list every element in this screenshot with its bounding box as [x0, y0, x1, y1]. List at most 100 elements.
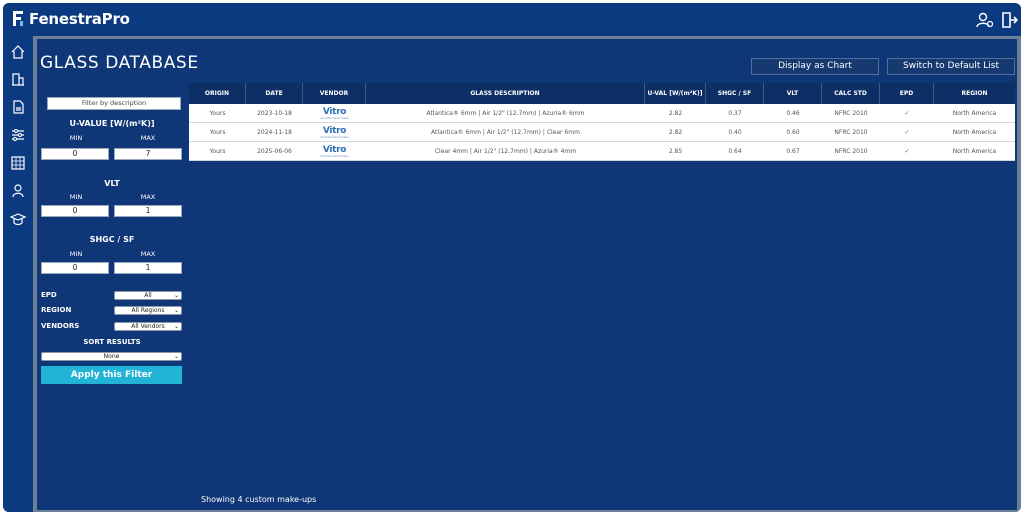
display-as-chart-button[interactable]: Display as Chart: [751, 58, 879, 75]
cell-u-value: 2.82: [668, 110, 683, 117]
results-count-text: Showing 4 custom make-ups: [201, 495, 317, 504]
vendor-subtitle: Architectural Glass: [320, 115, 349, 120]
column-header-epd[interactable]: EPD: [880, 83, 934, 104]
column-header-glass-description[interactable]: GLASS DESCRIPTION: [366, 83, 645, 104]
cell-date: 2025-06-06: [257, 148, 292, 155]
chevron-down-icon: ⌄: [173, 353, 179, 360]
table-row[interactable]: Yours 2025-06-06 Vitro Architectural Glas…: [189, 142, 1015, 161]
shgc-min-input[interactable]: 0: [41, 262, 109, 274]
vendors-select-value: All Vendors: [131, 323, 165, 330]
sidebar: [3, 36, 33, 512]
main-content: GLASS DATABASE Display as Chart Switch t…: [33, 36, 1021, 512]
uvalue-max-label: MAX: [140, 134, 156, 142]
user-settings-icon[interactable]: [976, 11, 994, 29]
uvalue-max-input[interactable]: 7: [114, 148, 182, 160]
cell-origin: Yours: [209, 148, 226, 155]
table-row[interactable]: Yours 2024-11-18 Vitro Architectural Glas…: [189, 123, 1015, 142]
cell-description: Atlantica® 6mm | Air 1/2" (12.7mm) | Azu…: [426, 110, 585, 117]
vendor-subtitle: Architectural Glass: [320, 153, 349, 158]
column-header-calc-std[interactable]: CALC STD: [822, 83, 880, 104]
document-icon[interactable]: [10, 99, 26, 115]
cell-epd-check-icon: ✓: [904, 129, 910, 136]
cell-region: North America: [952, 110, 997, 117]
column-header-shgc[interactable]: SHGC / SF: [706, 83, 764, 104]
cell-shgc: 0.37: [728, 110, 742, 117]
chevron-down-icon: ⌄: [173, 307, 179, 314]
cell-origin: Yours: [209, 129, 226, 136]
shgc-heading: SHGC / SF: [89, 235, 135, 244]
column-header-vendor[interactable]: VENDOR: [303, 83, 366, 104]
cell-vendor: Vitro Architectural Glass: [303, 104, 366, 123]
home-icon[interactable]: [10, 44, 26, 60]
vitro-logo: Vitro Architectural Glass: [320, 145, 349, 158]
chevron-down-icon: ⌄: [173, 292, 179, 299]
app-logo[interactable]: FenestraPro: [11, 9, 130, 28]
epd-label: EPD: [41, 291, 57, 299]
table-row[interactable]: Yours 2023-10-18 Vitro Architectural Glas…: [189, 104, 1015, 123]
cell-u-value: 2.85: [668, 148, 683, 155]
graduation-cap-icon[interactable]: [10, 211, 26, 227]
uvalue-min-label: MIN: [69, 134, 83, 142]
cell-origin: Yours: [209, 110, 226, 117]
cell-calc-std: NFRC 2010: [834, 129, 868, 136]
column-header-u-value[interactable]: U-VAL [W/(m²K)]: [645, 83, 706, 104]
shgc-max-input[interactable]: 1: [114, 262, 182, 274]
cell-date: 2023-10-18: [257, 110, 292, 117]
vlt-max-label: MAX: [140, 193, 156, 201]
grid-icon[interactable]: [10, 155, 26, 171]
column-header-origin[interactable]: ORIGIN: [189, 83, 246, 104]
region-select[interactable]: All Regions ⌄: [114, 306, 182, 315]
sort-results-value: None: [103, 353, 120, 360]
app-brand-name: FenestraPro: [29, 9, 130, 28]
logout-icon[interactable]: [1000, 11, 1018, 29]
vitro-logo: Vitro Architectural Glass: [320, 126, 349, 139]
cell-description: Atlantica® 6mm | Air 1/2" (12.7mm) | Cle…: [431, 129, 580, 136]
cell-description: Clear 4mm | Air 1/2" (12.7mm) | Azuria® …: [434, 148, 577, 155]
cell-shgc: 0.40: [728, 129, 742, 136]
uvalue-heading: U-VALUE [W/(m²K)]: [69, 119, 155, 128]
cell-calc-std: NFRC 2010: [834, 110, 868, 117]
fenestra-logo-icon: [13, 11, 23, 26]
building-icon[interactable]: [10, 71, 26, 87]
switch-to-default-list-button[interactable]: Switch to Default List: [887, 58, 1015, 75]
person-icon[interactable]: [10, 183, 26, 199]
epd-select-value: All: [144, 292, 152, 299]
cell-vendor: Vitro Architectural Glass: [303, 142, 366, 161]
column-header-date[interactable]: DATE: [246, 83, 303, 104]
table-header-row: ORIGIN DATE VENDOR GLASS DESCRIPTION U-V…: [189, 83, 1015, 104]
cell-u-value: 2.82: [668, 129, 683, 136]
sort-results-heading: SORT RESULTS: [83, 338, 141, 346]
vlt-heading: VLT: [104, 179, 120, 188]
vitro-logo: Vitro Architectural Glass: [320, 107, 349, 120]
column-header-vlt[interactable]: VLT: [764, 83, 822, 104]
cell-region: North America: [952, 129, 997, 136]
epd-select[interactable]: All ⌄: [114, 291, 182, 300]
cell-vlt: 0.67: [786, 148, 800, 155]
top-bar: FenestraPro: [3, 3, 1021, 36]
vlt-max-input[interactable]: 1: [114, 205, 182, 217]
cell-date: 2024-11-18: [257, 129, 292, 136]
region-select-value: All Regions: [131, 307, 165, 314]
cell-vlt: 0.46: [786, 110, 800, 117]
region-label: REGION: [41, 306, 72, 314]
sliders-icon[interactable]: [10, 127, 26, 143]
vlt-min-input[interactable]: 0: [41, 205, 109, 217]
uvalue-min-input[interactable]: 0: [41, 148, 109, 160]
cell-calc-std: NFRC 2010: [834, 148, 868, 155]
app-window: FenestraPro GLASS DATABASE Display as Ch…: [3, 3, 1021, 512]
cell-epd-check-icon: ✓: [904, 110, 910, 117]
apply-filter-button[interactable]: Apply this Filter: [41, 366, 182, 384]
cell-epd-check-icon: ✓: [904, 148, 910, 155]
vendors-select[interactable]: All Vendors ⌄: [114, 322, 182, 331]
cell-region: North America: [952, 148, 997, 155]
page-title: GLASS DATABASE: [40, 53, 199, 73]
description-filter-input[interactable]: Filter by description: [47, 97, 181, 110]
chevron-down-icon: ⌄: [173, 323, 179, 330]
sort-results-select[interactable]: None ⌄: [41, 352, 182, 361]
shgc-max-label: MAX: [140, 250, 156, 258]
vendors-label: VENDORS: [41, 322, 80, 330]
column-header-region[interactable]: REGION: [934, 83, 1015, 104]
cell-vendor: Vitro Architectural Glass: [303, 123, 366, 142]
cell-vlt: 0.60: [786, 129, 800, 136]
vendor-subtitle: Architectural Glass: [320, 134, 349, 139]
